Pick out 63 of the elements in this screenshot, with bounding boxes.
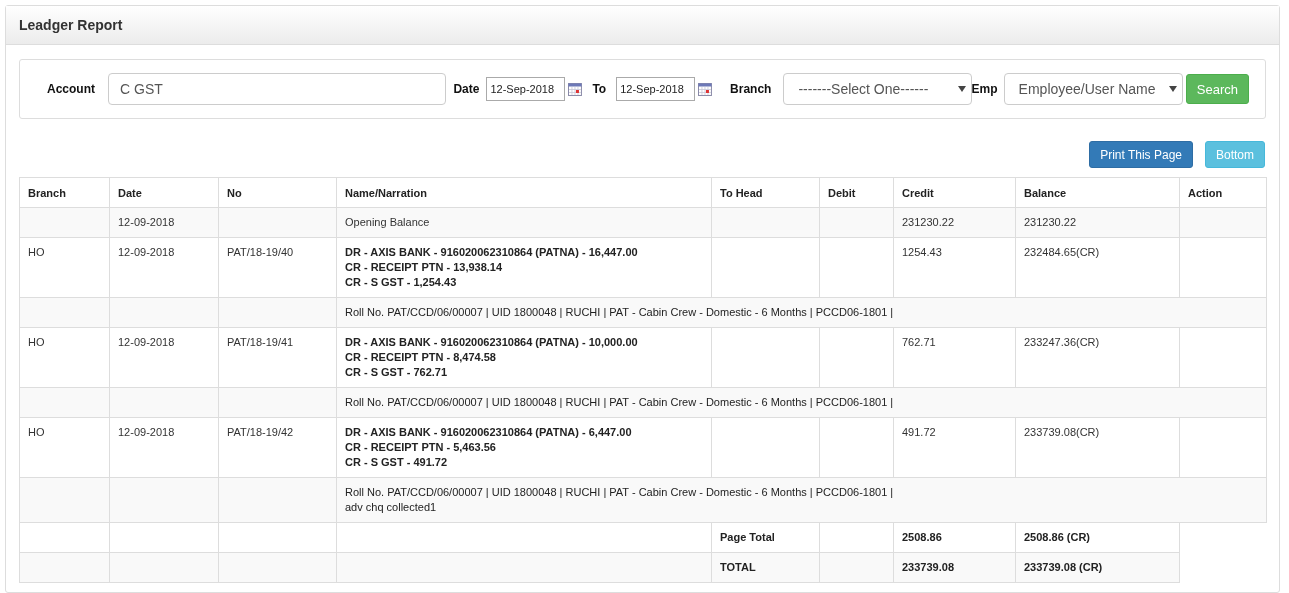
table-cell-text: 2508.86 (CR) — [1024, 531, 1091, 543]
print-button[interactable]: Print This Page — [1089, 141, 1193, 168]
table-cell-text: PAT/18-19/42 — [227, 426, 294, 438]
table-cell-text: 762.71 — [902, 336, 936, 348]
column-header: Action — [1179, 177, 1267, 208]
field-label: Branch — [730, 82, 772, 96]
column-header: To Head — [711, 177, 820, 208]
field-label: To — [592, 82, 607, 96]
table-cell-text: 233739.08(CR) — [1024, 426, 1100, 438]
table-cell-text: HO — [28, 426, 45, 438]
table-cell-text: 231230.22 — [902, 216, 954, 228]
branch-select[interactable]: -------Select One------ — [783, 73, 972, 105]
column-header: No — [218, 177, 337, 208]
table-cell-text: 232484.65(CR) — [1024, 246, 1100, 258]
table-cell-text: 233739.08 (CR) — [1024, 561, 1103, 573]
entry-line: CR - RECEIPT PTN - 13,938.14 — [345, 260, 504, 275]
column-header: Date — [109, 177, 219, 208]
entry-line: CR - RECEIPT PTN - 8,474.58 — [345, 350, 497, 365]
table-cell-text: 12-09-2018 — [118, 216, 175, 228]
column-header: Debit — [819, 177, 894, 208]
calendar-icon[interactable] — [568, 82, 583, 96]
table-cell-text: PAT/18-19/41 — [227, 336, 294, 348]
total-label: TOTAL — [720, 561, 756, 573]
employee-select[interactable]: Employee/User Name — [1003, 73, 1183, 105]
table-cell-text: PAT/18-19/40 — [227, 246, 294, 258]
account-field[interactable]: C GST — [108, 73, 447, 105]
table-cell-text: 491.72 — [902, 426, 936, 438]
column-header: Name/Narration — [336, 177, 712, 208]
entry-line: DR - AXIS BANK - 916020062310864 (PATNA) - 10,000.00 — [345, 335, 639, 350]
narration-line: Roll No. PAT/CCD/06/00007 | UID 1800048 | RUCHI | PAT - Cabin Crew - Domestic - 6 Months | PCCD06-1801 | — [345, 305, 895, 320]
total-label: Page Total — [720, 531, 775, 543]
calendar-icon[interactable] — [698, 82, 713, 96]
column-header: Credit — [893, 177, 1016, 208]
entry-line: CR - RECEIPT PTN - 5,463.56 — [345, 440, 497, 455]
field-label: Account — [47, 82, 95, 96]
table-cell-text: 233247.36(CR) — [1024, 336, 1100, 348]
caret-icon — [957, 86, 966, 92]
table-cell-text: 1254.43 — [902, 246, 942, 258]
table-cell-text: 12-09-2018 — [118, 426, 175, 438]
column-header: Branch — [19, 177, 110, 208]
narration-line: Roll No. PAT/CCD/06/00007 | UID 1800048 | RUCHI | PAT - Cabin Crew - Domestic - 6 Months | PCCD06-1801 | — [345, 485, 895, 500]
table-cell-text: 12-09-2018 — [118, 336, 175, 348]
field-label: Emp — [971, 82, 998, 96]
table-cell-text: Opening Balance — [345, 216, 430, 228]
date-field[interactable]: 12-Sep-2018 — [486, 77, 566, 101]
column-header: Balance — [1015, 177, 1180, 208]
panel-title: Leadger Report — [19, 17, 123, 33]
table-cell-text: 233739.08 — [902, 561, 954, 573]
date-field[interactable]: 12-Sep-2018 — [616, 77, 696, 101]
table-cell-text: 231230.22 — [1024, 216, 1076, 228]
entry-line: CR - S GST - 491.72 — [345, 455, 449, 470]
entry-line: CR - S GST - 762.71 — [345, 365, 449, 380]
entry-line: DR - AXIS BANK - 916020062310864 (PATNA) - 16,447.00 — [345, 245, 639, 260]
narration-line: Roll No. PAT/CCD/06/00007 | UID 1800048 | RUCHI | PAT - Cabin Crew - Domestic - 6 Months | PCCD06-1801 | — [345, 395, 895, 410]
table-cell-text: HO — [28, 246, 45, 258]
entry-line: CR - S GST - 1,254.43 — [345, 275, 458, 290]
field-label: Date — [453, 82, 480, 96]
narration-line: adv chq collected1 — [345, 500, 438, 515]
caret-icon — [1168, 86, 1177, 92]
table-cell-text: 12-09-2018 — [118, 246, 175, 258]
entry-line: DR - AXIS BANK - 916020062310864 (PATNA) - 6,447.00 — [345, 425, 633, 440]
table-cell-text: HO — [28, 336, 45, 348]
table-cell-text: 2508.86 — [902, 531, 942, 543]
